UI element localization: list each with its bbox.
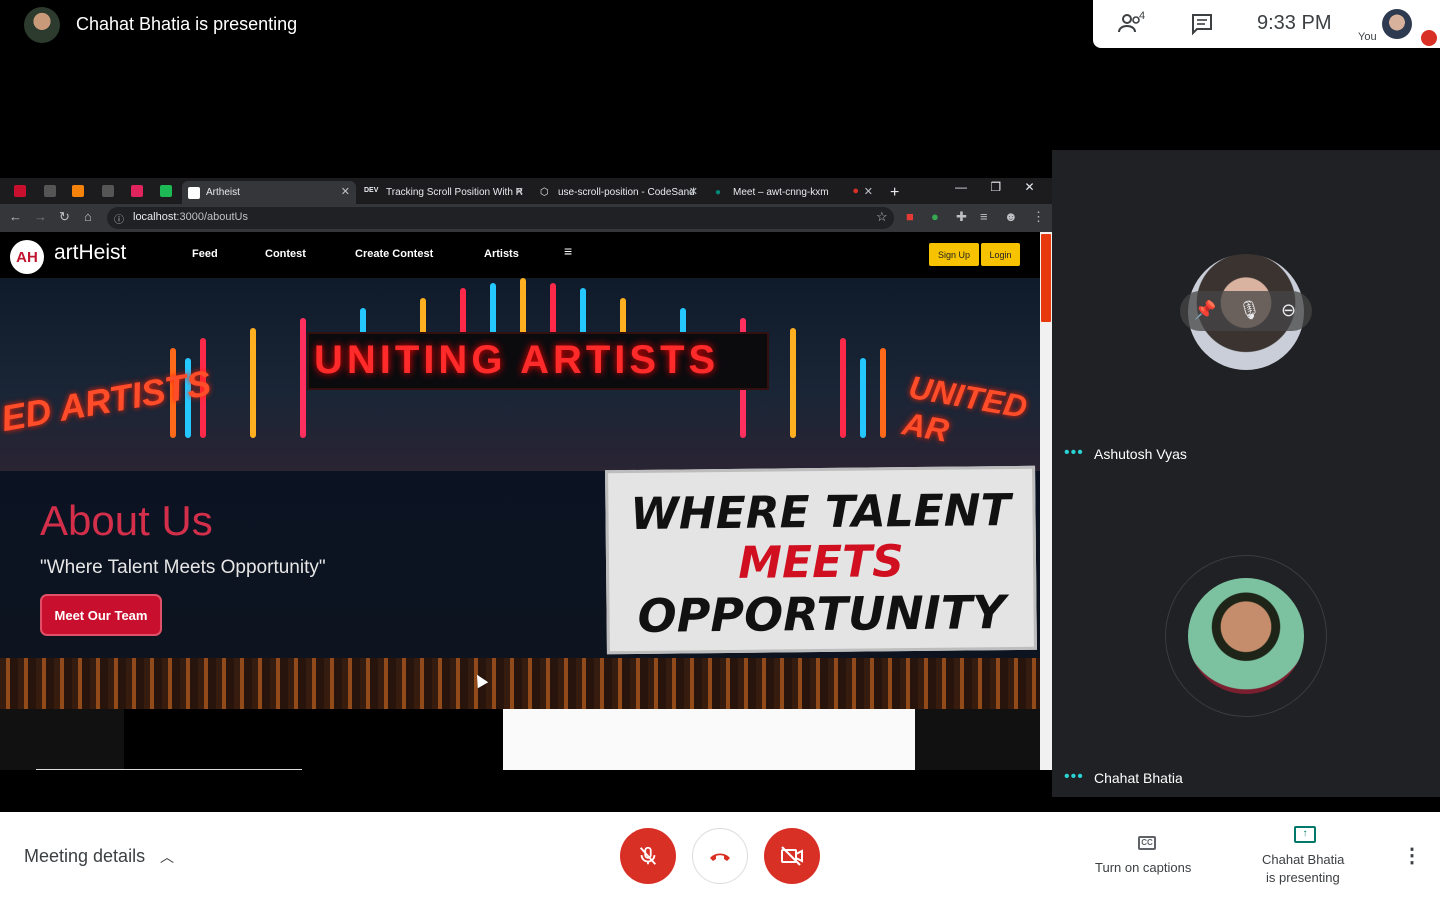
more-options-icon[interactable]: ⋮: [1402, 843, 1422, 868]
hang-up-button[interactable]: [692, 828, 748, 884]
tab-label: use-scroll-position - CodeSand: [558, 187, 695, 198]
minimize-icon[interactable]: —: [955, 180, 967, 194]
audio-indicator-icon: •••: [1064, 444, 1084, 461]
url-host: localhost: [133, 211, 177, 223]
tab-label: Tracking Scroll Position With R: [386, 187, 523, 198]
about-quote: "Where Talent Meets Opportunity": [40, 557, 326, 578]
site-navbar: AH artHeist Feed Contest Create Contest …: [0, 232, 1040, 278]
pinned-tab-icon[interactable]: [160, 185, 172, 197]
tab-label: Artheist: [206, 187, 240, 198]
home-icon[interactable]: ⌂: [84, 209, 92, 224]
extension-icon[interactable]: ■: [906, 209, 914, 224]
tab-meet[interactable]: ● Meet – awt-cnng-kxm ● ✕: [709, 181, 879, 204]
remove-icon[interactable]: ⊖: [1281, 300, 1296, 321]
content-panel: [124, 709, 503, 770]
reading-list-icon[interactable]: ≡: [980, 209, 988, 224]
window-controls[interactable]: — ❐ ✕: [955, 180, 1035, 194]
dev-favicon: DEV: [364, 186, 379, 194]
participant-name: Ashutosh Vyas: [1094, 446, 1187, 462]
captions-icon[interactable]: CC: [1138, 836, 1156, 850]
url-input[interactable]: localhost:3000/aboutUs: [107, 207, 894, 229]
heart-icon[interactable]: [131, 185, 143, 197]
tab-codesandbox[interactable]: ⬡ use-scroll-position - CodeSand ✕: [534, 181, 704, 204]
codesandbox-favicon: ⬡: [540, 186, 549, 198]
billboard-line: MEETS: [737, 536, 905, 589]
reload-icon[interactable]: ↻: [59, 209, 70, 225]
extensions-puzzle-icon[interactable]: ✚: [956, 209, 967, 225]
camera-off-icon: [781, 846, 803, 866]
mute-icon[interactable]: 🎙: [1238, 300, 1261, 321]
participant-avatar[interactable]: [1188, 578, 1304, 694]
nav-contest[interactable]: Contest: [265, 248, 306, 260]
back-icon[interactable]: ←: [9, 209, 22, 224]
browser-tabbar: Artheist ✕ DEV Tracking Scroll Position …: [0, 178, 1052, 204]
chevron-up-icon[interactable]: ︿: [160, 847, 174, 867]
url-path: :3000/aboutUs: [176, 211, 248, 223]
meet-team-button[interactable]: Meet Our Team: [40, 594, 162, 636]
mic-off-icon: [639, 846, 657, 865]
presenting-label[interactable]: Chahat Bhatia: [1262, 852, 1344, 867]
close-icon[interactable]: ✕: [341, 185, 350, 198]
clock: 9:33 PM: [1257, 12, 1332, 34]
about-title: About Us: [40, 497, 213, 544]
audio-indicator-icon: •••: [1064, 768, 1084, 785]
recording-icon: ●: [852, 185, 859, 197]
extension-icon[interactable]: ●: [931, 209, 939, 224]
pin-icon[interactable]: 📌: [1194, 300, 1216, 321]
profile-icon[interactable]: ☻: [1004, 209, 1018, 224]
billboard-line: OPPORTUNITY: [637, 585, 1006, 643]
browser-menu-icon[interactable]: ⋮: [1032, 209, 1045, 225]
forward-icon[interactable]: →: [34, 209, 47, 224]
close-icon[interactable]: ✕: [689, 185, 698, 198]
divider: [36, 769, 302, 770]
tab-dev[interactable]: DEV Tracking Scroll Position With R ✕: [358, 181, 530, 204]
content-panel: [503, 709, 915, 770]
restore-icon[interactable]: ❐: [990, 180, 1001, 194]
participant-name: Chahat Bhatia: [1094, 770, 1183, 786]
nav-feed[interactable]: Feed: [192, 248, 218, 260]
login-button[interactable]: Login: [981, 243, 1020, 266]
github-icon[interactable]: [44, 185, 56, 197]
nav-artists[interactable]: Artists: [484, 248, 519, 260]
signup-button[interactable]: Sign Up: [929, 243, 979, 266]
marquee-text: UNITING ARTISTS: [314, 338, 720, 382]
presenting-banner: Chahat Bhatia is presenting: [76, 14, 298, 34]
billboard-line: WHERE TALENT: [630, 485, 1011, 540]
bookmark-star-icon[interactable]: ☆: [876, 209, 888, 225]
camera-toggle-button[interactable]: [764, 828, 820, 884]
github-icon[interactable]: [102, 185, 114, 197]
site-logo[interactable]: AH: [10, 240, 44, 274]
close-icon[interactable]: ✕: [515, 185, 524, 198]
pinned-tab-icon[interactable]: [14, 185, 26, 197]
presenter-avatar: [24, 7, 60, 43]
self-avatar[interactable]: [1382, 9, 1412, 39]
meet-favicon: ●: [715, 186, 722, 198]
info-icon[interactable]: ⓘ: [114, 211, 124, 226]
meeting-details-button[interactable]: Meeting details: [24, 846, 145, 867]
billboard: WHERE TALENT MEETS OPPORTUNITY: [605, 465, 1037, 655]
presenting-label[interactable]: is presenting: [1266, 870, 1340, 885]
present-screen-icon[interactable]: ↑: [1294, 826, 1316, 843]
new-tab-button[interactable]: +: [884, 181, 910, 204]
hero-lights: [0, 658, 1040, 710]
people-count: 4: [1139, 10, 1146, 22]
nav-create-contest[interactable]: Create Contest: [355, 248, 433, 260]
self-label: You: [1358, 31, 1377, 43]
captions-button[interactable]: Turn on captions: [1095, 860, 1191, 875]
chat-icon[interactable]: [1190, 12, 1214, 36]
shared-screen: Artheist ✕ DEV Tracking Scroll Position …: [0, 178, 1052, 770]
mic-toggle-button[interactable]: [620, 828, 676, 884]
self-muted-icon: [1421, 30, 1437, 46]
close-window-icon[interactable]: ✕: [1024, 180, 1034, 194]
hamburger-menu-icon[interactable]: ≡: [564, 243, 572, 259]
pinned-tab-icon[interactable]: [72, 185, 84, 197]
close-icon[interactable]: ✕: [864, 185, 873, 198]
tab-label: Meet – awt-cnng-kxm: [733, 187, 829, 198]
tab-artheist[interactable]: Artheist ✕: [182, 181, 356, 204]
phone-hangup-icon: [710, 853, 730, 861]
site-name[interactable]: artHeist: [54, 241, 126, 265]
artheist-favicon: [188, 186, 200, 199]
scrollbar-thumb[interactable]: [1041, 234, 1051, 322]
webpage: UNITING ARTISTS ED ARTISTS UNITED AR Abo…: [0, 232, 1040, 770]
